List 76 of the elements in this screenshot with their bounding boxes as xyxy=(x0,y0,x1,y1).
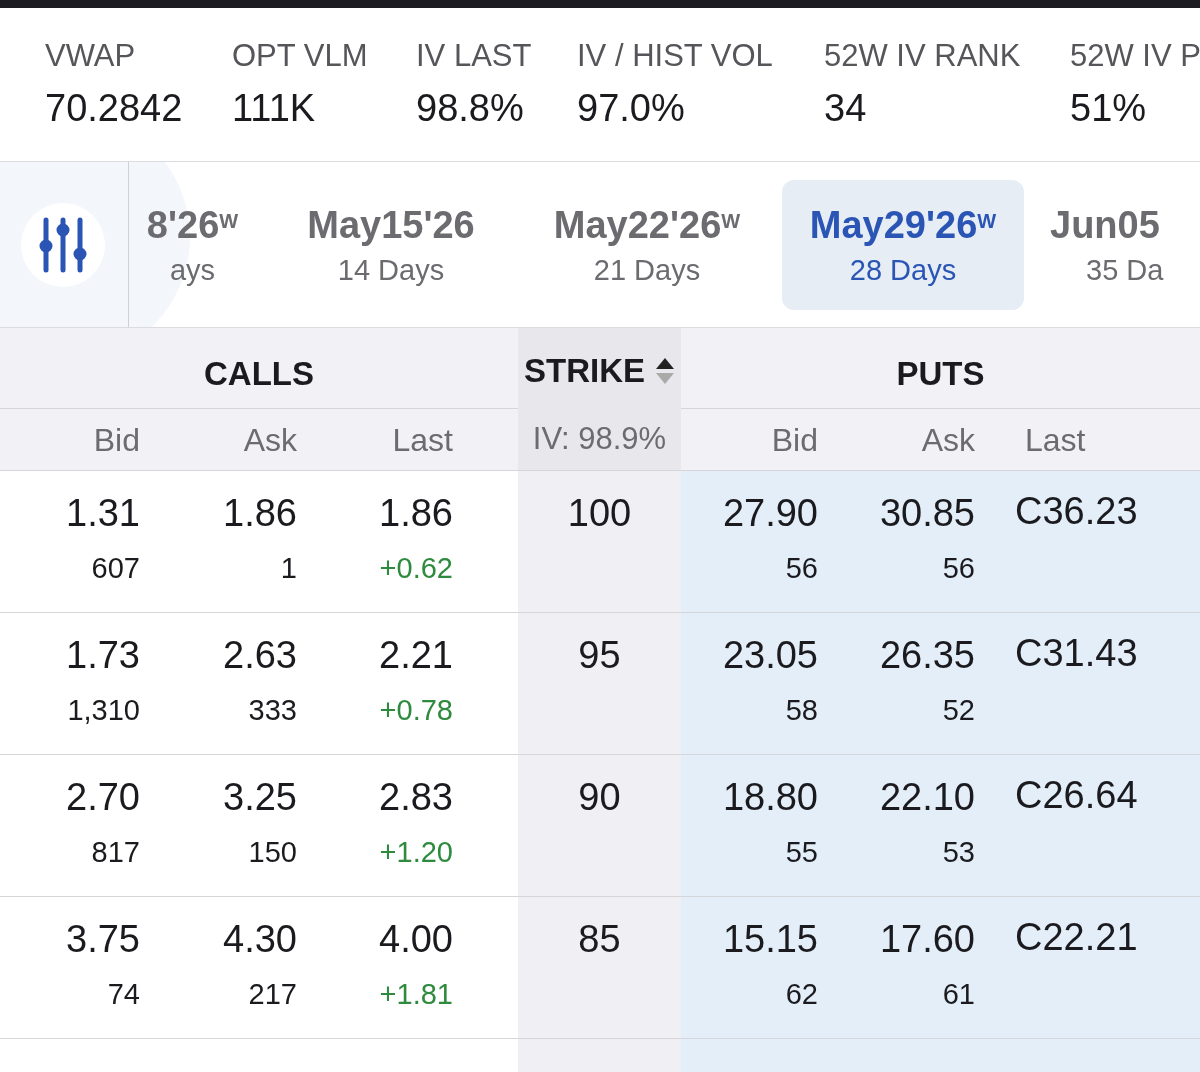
strike-cell-text: 90 xyxy=(578,775,621,820)
column-header: Ask xyxy=(243,420,297,460)
size-cell: 1 xyxy=(280,551,297,585)
price-cell: 2.70 xyxy=(66,775,140,819)
stat-label: VWAP xyxy=(45,38,137,74)
sliders-icon xyxy=(38,216,88,274)
price-cell: 26.35 xyxy=(879,633,975,677)
price-cell: 18.80 xyxy=(722,775,818,819)
size-cell: 817 xyxy=(91,835,140,869)
price-cell: 23.05 xyxy=(722,633,818,677)
price-cell: C31.43 xyxy=(1015,632,1138,674)
size-cell: 53 xyxy=(942,835,975,869)
size-cell: 58 xyxy=(785,693,818,727)
stat-value: 70.2842 xyxy=(45,86,184,130)
size-cell: 62 xyxy=(785,977,818,1011)
price-cell: 2.21 xyxy=(379,633,453,677)
stat-value: 51% xyxy=(1070,86,1148,130)
stat-value: 98.8% xyxy=(416,86,525,130)
change-cell: +1.20 xyxy=(379,835,453,869)
size-cell: 333 xyxy=(248,693,297,727)
size-cell: 217 xyxy=(248,977,297,1011)
price-cell: 15.15 xyxy=(722,917,818,961)
price-cell: 2.63 xyxy=(223,633,297,677)
expiration-tab[interactable]: May29'26$^{W}$ 28 Days xyxy=(782,179,1024,310)
price-cell: 4.30 xyxy=(223,917,297,961)
stat-value: 97.0% xyxy=(577,86,686,130)
stat-label: 52W IV P xyxy=(1070,38,1200,74)
column-header: Bid xyxy=(771,420,818,460)
strike-cell-text: 85 xyxy=(578,917,621,962)
size-cell: 150 xyxy=(248,835,297,869)
price-cell: 27.90 xyxy=(722,491,818,535)
price-cell: 1.31 xyxy=(66,491,140,535)
price-cell: 30.85 xyxy=(879,491,975,535)
stat-label: 52W IV RANK xyxy=(824,38,1022,74)
expiration-tab[interactable]: May22'26$^{W}$ 21 Days xyxy=(526,179,768,310)
column-header: Last xyxy=(1025,420,1086,460)
column-header: Last xyxy=(392,420,453,460)
change-cell: +1.81 xyxy=(379,977,453,1011)
price-cell: C36.23 xyxy=(1015,490,1138,532)
stat-label: OPT VLM xyxy=(232,38,369,74)
price-cell: 2.83 xyxy=(379,775,453,819)
puts-heading: PUTS xyxy=(896,354,985,395)
price-cell: 1.86 xyxy=(379,491,453,535)
calls-heading: CALLS xyxy=(204,354,314,395)
size-cell: 55 xyxy=(785,835,818,869)
strike-header[interactable]: STRIKE IV: 98.9% xyxy=(518,328,681,470)
price-cell: 1.86 xyxy=(223,491,297,535)
stat-label: IV LAST xyxy=(416,38,533,74)
size-cell: 74 xyxy=(107,977,140,1011)
size-cell: 52 xyxy=(942,693,975,727)
price-cell: 3.75 xyxy=(66,917,140,961)
strike-cell-text: 100 xyxy=(567,491,632,536)
size-cell: 607 xyxy=(91,551,140,585)
change-cell: +0.62 xyxy=(379,551,453,585)
size-cell: 56 xyxy=(942,551,975,585)
price-cell: 22.10 xyxy=(879,775,975,819)
stat-value: 111K xyxy=(232,86,317,130)
size-cell: 56 xyxy=(785,551,818,585)
stat-label: IV / HIST VOL xyxy=(577,38,774,74)
expiration-tab[interactable]: Jun05 35 Da xyxy=(1038,179,1200,310)
price-cell: 1.73 xyxy=(66,633,140,677)
iv-label: IV: 98.9% xyxy=(532,419,667,458)
strike-cell-text: 95 xyxy=(578,633,621,678)
price-cell: 4.00 xyxy=(379,917,453,961)
expiration-tab[interactable]: 8'26$^{W}$ ays xyxy=(129,179,256,310)
column-header: Ask xyxy=(921,420,975,460)
column-header: Bid xyxy=(93,420,140,460)
size-cell: 61 xyxy=(942,977,975,1011)
stat-value: 34 xyxy=(824,86,868,130)
change-cell: +0.78 xyxy=(379,693,453,727)
price-cell: C26.64 xyxy=(1015,774,1138,816)
price-cell: 3.25 xyxy=(223,775,297,819)
expiration-tab[interactable]: May15'26 14 Days xyxy=(270,179,512,310)
price-cell: 17.60 xyxy=(879,917,975,961)
price-cell: C22.21 xyxy=(1015,916,1138,958)
size-cell: 1,310 xyxy=(67,693,140,727)
